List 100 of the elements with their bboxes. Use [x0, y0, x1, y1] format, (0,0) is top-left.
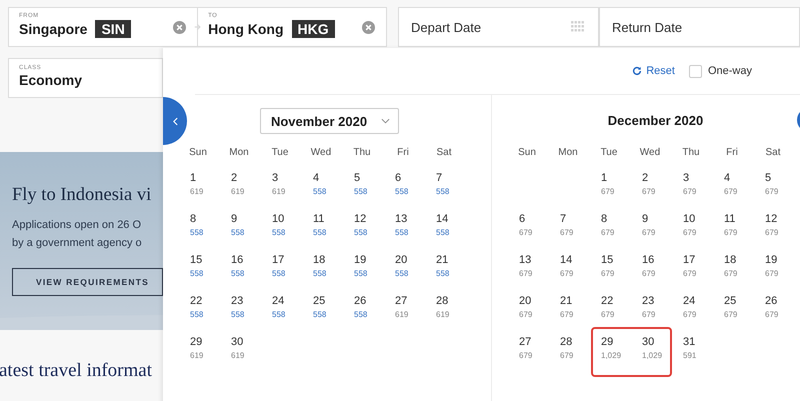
- day-number[interactable]: 23: [642, 294, 676, 309]
- clear-icon[interactable]: [362, 21, 375, 34]
- day-number[interactable]: 18: [724, 253, 758, 268]
- day-number[interactable]: 11: [724, 212, 758, 227]
- checkbox[interactable]: [688, 64, 702, 78]
- day-number[interactable]: 1: [190, 171, 224, 186]
- day-number[interactable]: 25: [724, 294, 758, 309]
- weekday-label: Thu: [681, 146, 701, 160]
- day-number[interactable]: 7: [560, 212, 594, 227]
- day-number[interactable]: 5: [765, 171, 799, 186]
- weekday-label: Wed: [310, 146, 332, 160]
- day-number[interactable]: 31: [683, 335, 717, 350]
- day-number[interactable]: 4: [724, 171, 758, 186]
- day-number[interactable]: 20: [395, 253, 429, 268]
- day-number[interactable]: 30: [642, 335, 676, 350]
- previous-month-button[interactable]: [163, 97, 187, 145]
- day-number[interactable]: 8: [190, 212, 224, 227]
- city-name: Hong Kong: [208, 21, 284, 37]
- weekday-label: Sun: [517, 146, 537, 160]
- day-number[interactable]: 20: [519, 294, 553, 309]
- day-number[interactable]: 1: [601, 171, 635, 186]
- fare-price: 619: [190, 350, 204, 362]
- day-number[interactable]: 25: [313, 294, 347, 309]
- fare-price: 558: [354, 309, 368, 321]
- weekday-label: Wed: [638, 146, 662, 160]
- day-number[interactable]: 26: [354, 294, 388, 309]
- day-number[interactable]: 27: [395, 294, 429, 309]
- fare-price: 558: [231, 309, 246, 321]
- fare-price: 558: [313, 268, 328, 280]
- fare-price: 679: [519, 350, 534, 362]
- day-number[interactable]: 23: [231, 294, 265, 309]
- day-number[interactable]: 18: [313, 253, 347, 268]
- fare-price: 558: [354, 186, 368, 198]
- day-number[interactable]: 15: [190, 253, 224, 268]
- day-number[interactable]: 5: [354, 171, 388, 186]
- day-number[interactable]: 28: [436, 294, 470, 309]
- day-number[interactable]: 21: [560, 294, 594, 309]
- fare-price: 679: [683, 186, 698, 198]
- view-requirements-button[interactable]: VIEW REQUIREMENTS: [12, 268, 163, 296]
- day-number[interactable]: 14: [560, 253, 594, 268]
- fare-price: 558: [272, 309, 286, 321]
- day-number[interactable]: 13: [395, 212, 429, 227]
- day-number[interactable]: 28: [560, 335, 594, 350]
- day-number[interactable]: 3: [683, 171, 717, 186]
- fare-price: 558: [190, 309, 204, 321]
- clear-icon[interactable]: [172, 21, 186, 34]
- fare-price: 679: [519, 268, 534, 280]
- day-number[interactable]: 9: [231, 212, 265, 227]
- fare-price: 679: [683, 309, 698, 321]
- day-number[interactable]: 30: [231, 335, 265, 350]
- day-number[interactable]: 4: [313, 171, 347, 186]
- chevron-left-icon: [172, 116, 178, 126]
- day-number[interactable]: 22: [190, 294, 224, 309]
- weekday-label: Mon: [228, 146, 250, 160]
- fare-price: 679: [519, 309, 534, 321]
- month-dropdown[interactable]: November 2020: [260, 108, 400, 134]
- day-number[interactable]: 16: [231, 253, 265, 268]
- day-number[interactable]: 26: [765, 294, 799, 309]
- fare-price: 679: [642, 186, 656, 198]
- day-number[interactable]: 12: [765, 212, 799, 227]
- day-number[interactable]: 13: [519, 253, 553, 268]
- day-number[interactable]: 29: [601, 335, 635, 350]
- weekday-label: Sun: [188, 146, 208, 160]
- day-number[interactable]: 10: [272, 212, 306, 227]
- day-number[interactable]: 17: [683, 253, 717, 268]
- arrow-icon: [194, 23, 202, 31]
- day-number[interactable]: 27: [519, 335, 553, 350]
- fare-price: 679: [519, 227, 534, 239]
- fare-price: 558: [395, 268, 410, 280]
- day-number[interactable]: 29: [190, 335, 224, 350]
- fare-price: 679: [724, 309, 738, 321]
- weekday-label: Tue: [600, 146, 618, 160]
- month-title: December 2020: [608, 112, 704, 130]
- day-number[interactable]: 11: [313, 212, 347, 227]
- fare-price: 619: [190, 186, 204, 198]
- day-number[interactable]: 17: [272, 253, 306, 268]
- day-number[interactable]: 2: [231, 171, 265, 186]
- day-number[interactable]: 10: [683, 212, 717, 227]
- day-number[interactable]: 3: [272, 171, 306, 186]
- day-number[interactable]: 24: [683, 294, 717, 309]
- day-number[interactable]: 6: [395, 171, 429, 186]
- fare-price: 679: [765, 227, 780, 239]
- day-number[interactable]: 19: [765, 253, 799, 268]
- day-number[interactable]: 9: [642, 212, 676, 227]
- day-number[interactable]: 7: [436, 171, 470, 186]
- day-number[interactable]: 22: [601, 294, 635, 309]
- return-date-field[interactable]: Return Date: [598, 7, 800, 47]
- reset-button[interactable]: Reset: [632, 65, 675, 77]
- day-number[interactable]: 19: [354, 253, 388, 268]
- day-number[interactable]: 15: [601, 253, 635, 268]
- day-number[interactable]: 6: [519, 212, 553, 227]
- day-number[interactable]: 12: [354, 212, 388, 227]
- day-number[interactable]: 24: [272, 294, 306, 309]
- day-number[interactable]: 21: [436, 253, 470, 268]
- day-number[interactable]: 14: [436, 212, 470, 227]
- day-number[interactable]: 8: [601, 212, 635, 227]
- day-number[interactable]: 16: [642, 253, 676, 268]
- fare-price: 558: [395, 186, 410, 198]
- depart-date-field[interactable]: Depart Date: [398, 7, 599, 47]
- day-number[interactable]: 2: [642, 171, 676, 186]
